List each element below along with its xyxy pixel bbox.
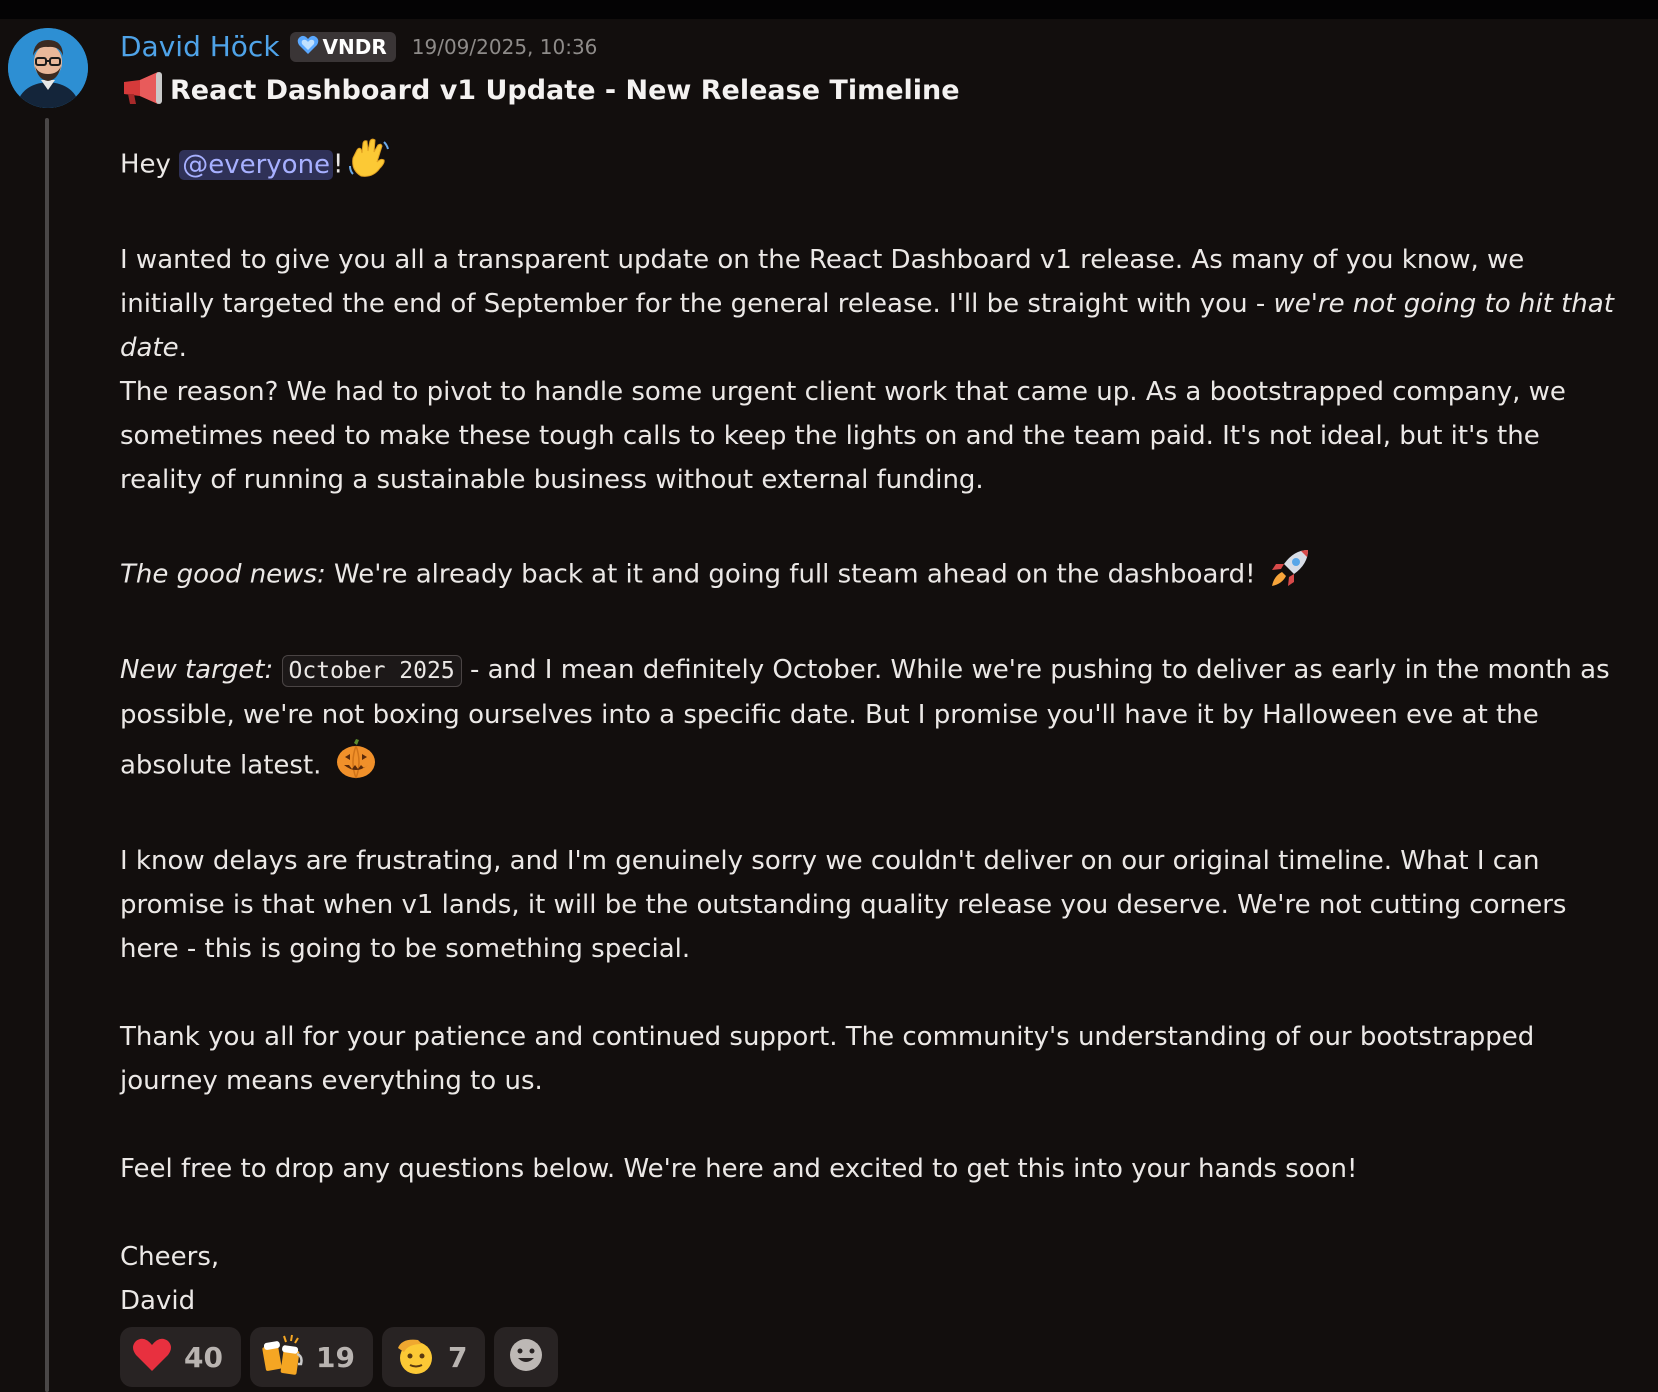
paragraph-4: New target: October 2025 - and I mean de… bbox=[120, 648, 1620, 795]
signature: David bbox=[120, 1286, 196, 1316]
server-tag[interactable]: VNDR bbox=[289, 32, 396, 62]
paragraph-4-emphasis: New target: bbox=[120, 655, 274, 685]
reactions-bar: 40 19 7 bbox=[120, 1327, 1620, 1387]
paragraph-1: I wanted to give you all a transparent u… bbox=[120, 238, 1620, 370]
reaction-count: 40 bbox=[184, 1340, 223, 1374]
reaction-heart[interactable]: 40 bbox=[120, 1327, 241, 1387]
message-header: David Höck VNDR 19/09/2025, 10:36 bbox=[120, 28, 1620, 66]
beers-icon bbox=[262, 1334, 304, 1380]
heart-icon bbox=[132, 1337, 172, 1377]
reaction-saluting-face[interactable]: 7 bbox=[381, 1327, 486, 1387]
paragraph-3-text: We're already back at it and going full … bbox=[325, 559, 1264, 590]
paragraph-5: I know delays are frustrating, and I'm g… bbox=[120, 846, 1567, 964]
add-reaction-button[interactable] bbox=[494, 1327, 559, 1387]
megaphone-icon bbox=[120, 70, 164, 110]
inline-code: October 2025 bbox=[281, 655, 462, 687]
saluting-face-icon bbox=[394, 1334, 436, 1380]
message-title: React Dashboard v1 Update - New Release … bbox=[170, 74, 960, 106]
thread-line bbox=[45, 118, 49, 1392]
reaction-count: 7 bbox=[447, 1340, 468, 1374]
paragraph-2: The reason? We had to pivot to handle so… bbox=[120, 377, 1566, 495]
message: David Höck VNDR 19/09/2025, 10:36 React … bbox=[120, 28, 1620, 1387]
rocket-icon bbox=[1268, 546, 1312, 604]
signoff: Cheers, bbox=[120, 1242, 220, 1272]
reaction-beers[interactable]: 19 bbox=[249, 1327, 373, 1387]
greeting-punctuation: ! bbox=[333, 149, 344, 180]
paragraph-6: Thank you all for your patience and cont… bbox=[120, 1022, 1535, 1096]
reaction-count: 19 bbox=[315, 1340, 355, 1374]
paragraph-7: Feel free to drop any questions below. W… bbox=[120, 1154, 1358, 1184]
server-tag-label: VNDR bbox=[322, 35, 387, 59]
message-body: Hey @everyone! I wanted to give you all … bbox=[120, 136, 1620, 1323]
paragraph-3: The good news: We're already back at it … bbox=[120, 546, 1620, 604]
message-title-row: React Dashboard v1 Update - New Release … bbox=[120, 70, 1620, 110]
greeting: Hey @everyone! bbox=[120, 136, 1620, 194]
author-name[interactable]: David Höck bbox=[120, 29, 280, 65]
smiley-add-icon bbox=[508, 1337, 544, 1377]
avatar[interactable] bbox=[8, 28, 88, 108]
everyone-mention[interactable]: @everyone bbox=[179, 149, 334, 180]
paragraph-1-end: . bbox=[178, 333, 187, 363]
top-bar bbox=[0, 0, 1658, 19]
greeting-text: Hey bbox=[120, 149, 180, 180]
jack-o-lantern-icon bbox=[334, 737, 378, 795]
timestamp: 19/09/2025, 10:36 bbox=[411, 35, 598, 59]
waving-hand-icon bbox=[347, 136, 391, 194]
paragraph-3-emphasis: The good news: bbox=[120, 559, 326, 590]
heart-badge-icon bbox=[297, 35, 319, 59]
